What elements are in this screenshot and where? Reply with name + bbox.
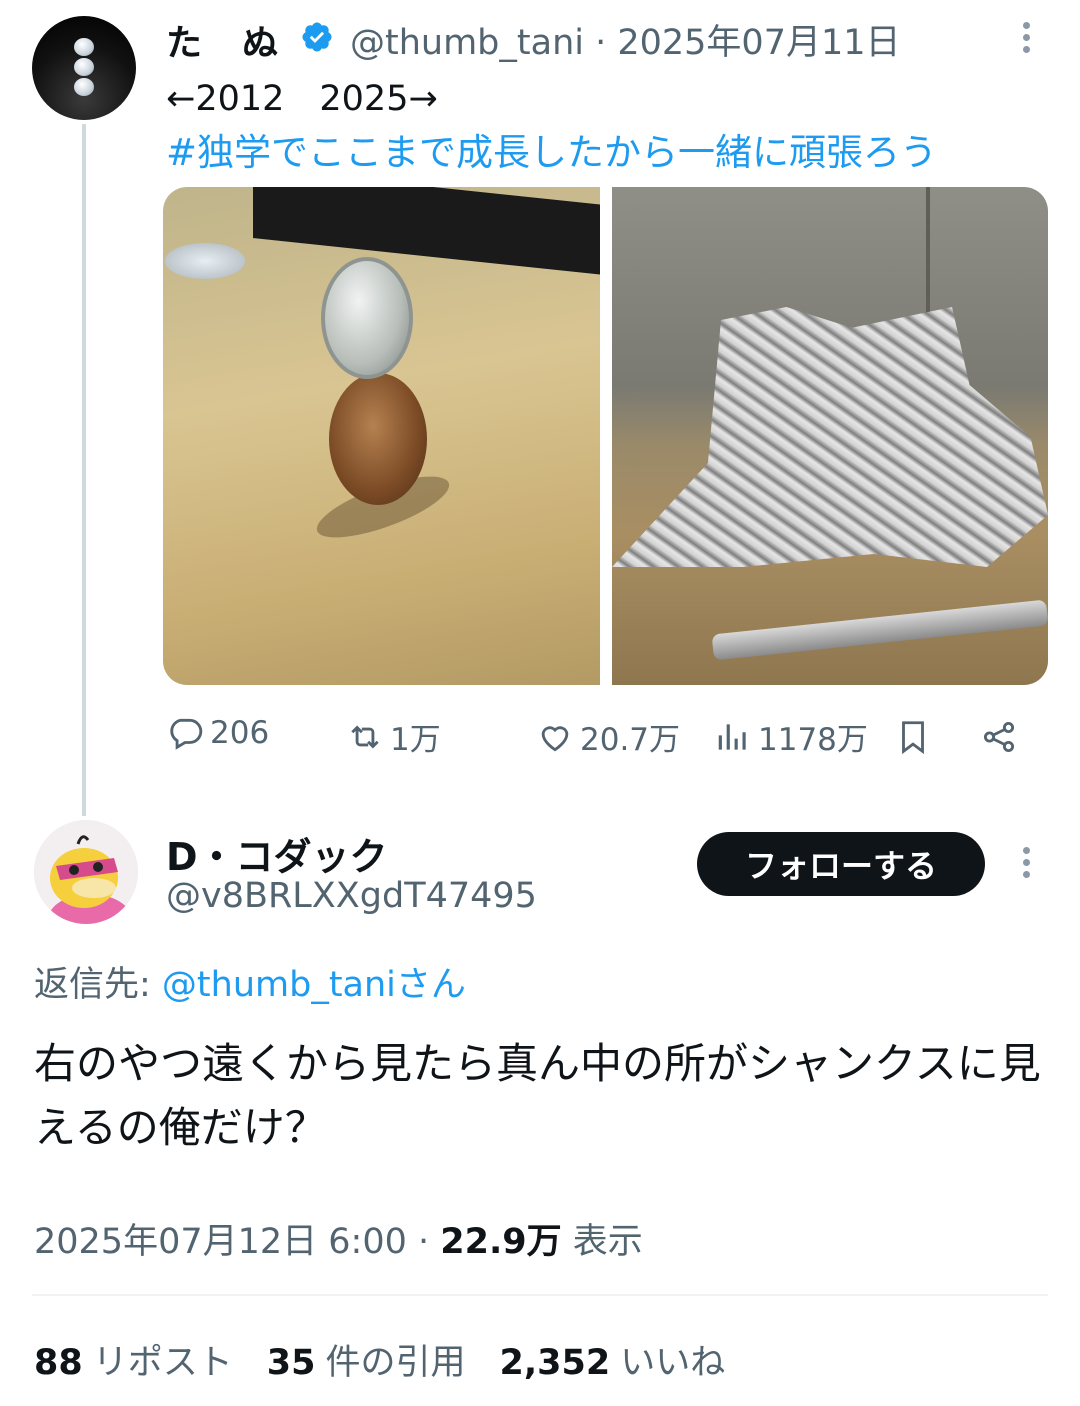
parent-avatar[interactable]: [32, 16, 136, 120]
likes-stat[interactable]: 2,352 いいね: [499, 1334, 725, 1385]
reply-icon: [170, 718, 203, 750]
bookmark-icon[interactable]: [894, 718, 932, 756]
reply-meta: 2025年07月12日 6:00 · 22.9万 表示: [34, 1213, 643, 1264]
reply-count: 206: [210, 715, 270, 751]
avatar-coin: [74, 38, 94, 56]
parent-handle-date[interactable]: @thumb_tani · 2025年07月11日: [350, 14, 901, 65]
avatar-coin: [74, 58, 94, 76]
reply-to-suffix: さん: [395, 965, 466, 1005]
reposts-stat[interactable]: 88 リポスト: [34, 1334, 233, 1385]
repost-button[interactable]: 1万: [346, 714, 441, 759]
views-button[interactable]: 1178万: [714, 714, 868, 759]
views-icon: [718, 723, 746, 750]
repost-count: 1万: [390, 722, 441, 758]
photo-sculpture: [612, 307, 1048, 567]
more-vertical-icon[interactable]: [1016, 847, 1036, 883]
like-count: 20.7万: [580, 722, 681, 758]
more-vertical-icon[interactable]: [1016, 22, 1036, 58]
photo-copper-coin: [329, 373, 427, 505]
quotes-count: 35: [266, 1343, 316, 1383]
reply-avatar[interactable]: [34, 820, 138, 924]
reposts-label: リポスト: [92, 1343, 233, 1383]
verified-badge-icon: [302, 22, 332, 52]
tweet-actions: 206 1万 20.7万 1178万: [166, 714, 1026, 764]
reply-timestamp[interactable]: 2025年07月12日 6:00 ·: [34, 1222, 440, 1262]
photo-coin-flat: [165, 243, 245, 279]
follow-button[interactable]: フォローする: [697, 832, 985, 896]
reply-views-label: 表示: [561, 1222, 643, 1262]
photo-coins-2012[interactable]: [163, 187, 600, 685]
heart-icon: [541, 725, 569, 751]
photo-tweezers: [711, 599, 1048, 661]
quotes-label: 件の引用: [325, 1343, 466, 1383]
reply-display-name[interactable]: D・コダック: [166, 826, 388, 881]
reply-to-mention[interactable]: @thumb_tani: [162, 965, 396, 1005]
share-icon[interactable]: [980, 718, 1018, 756]
photo-silver-coin: [321, 257, 413, 379]
reply-button[interactable]: 206: [166, 714, 269, 752]
views-count: 1178万: [758, 722, 868, 758]
parent-text: ←2012 2025→: [166, 79, 438, 119]
likes-count: 2,352: [499, 1343, 611, 1383]
reposts-count: 88: [34, 1343, 83, 1383]
likes-label: いいね: [620, 1343, 726, 1383]
photo-wallet: [253, 187, 600, 276]
reply-views-count: 22.9万: [440, 1222, 562, 1262]
quotes-stat[interactable]: 35 件の引用: [267, 1334, 466, 1385]
media-grid: [163, 187, 1048, 685]
photo-coin-sculpture-2025[interactable]: [612, 187, 1048, 685]
hashtag-link[interactable]: #独学でここまで成長したから一緒に頑張ろう: [166, 122, 937, 176]
reply-body-text: 右のやつ遠くから見たら真ん中の所がシャンクスに見えるの俺だけ？: [34, 1039, 1041, 1152]
reply-to-prefix: 返信先:: [34, 965, 162, 1005]
reply-handle[interactable]: @v8BRLXXgdT47495: [166, 876, 537, 916]
engagement-stats: 88 リポスト 35 件の引用 2,352 いいね: [34, 1334, 725, 1385]
avatar-coin: [74, 78, 94, 96]
reply-to-line: 返信先: @thumb_taniさん: [34, 956, 466, 1007]
psyduck-avatar-image: [34, 820, 138, 924]
like-button[interactable]: 20.7万: [536, 714, 680, 759]
thread-line: [82, 124, 86, 816]
parent-display-name[interactable]: た ぬ: [166, 14, 280, 66]
repost-icon: [351, 724, 379, 749]
divider: [32, 1294, 1048, 1296]
